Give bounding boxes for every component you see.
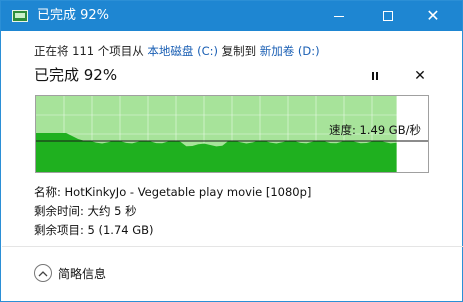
close-button[interactable]: ✕ — [415, 1, 451, 31]
pause-button[interactable] — [366, 69, 384, 83]
cancel-copy-button[interactable]: ✕ — [411, 67, 429, 85]
copy-status-line: 正在将 111 个项目从 本地磁盘 (C:) 复制到 新加卷 (D:) — [34, 43, 320, 59]
chevron-up-icon — [34, 264, 52, 282]
status-prefix: 正在将 111 个项目从 — [34, 44, 144, 58]
time-remaining: 剩余时间: 大约 5 秒 — [34, 204, 137, 218]
items-remaining: 剩余项目: 5 (1.74 GB) — [34, 223, 154, 237]
transfer-details: 名称: HotKinkyJo - Vegetable play movie [1… — [34, 183, 311, 240]
pause-icon-bar-left — [372, 72, 374, 80]
progress-title: 已完成 92% — [34, 66, 118, 84]
fewer-details-label: 简略信息 — [58, 266, 107, 281]
pause-icon-bar-right — [376, 72, 378, 80]
minimize-button[interactable] — [321, 1, 357, 31]
fewer-details-button[interactable]: 简略信息 — [34, 263, 106, 283]
close-icon: ✕ — [426, 6, 440, 25]
footer-divider — [2, 246, 463, 247]
minimize-icon — [334, 15, 344, 17]
maximize-icon — [383, 11, 393, 21]
window-title: 已完成 92% — [37, 8, 110, 23]
status-middle: 复制到 — [221, 44, 257, 58]
file-copy-app-icon — [12, 10, 28, 22]
current-file-name: 名称: HotKinkyJo - Vegetable play movie [1… — [34, 185, 312, 199]
maximize-button[interactable] — [370, 1, 406, 31]
title-bar[interactable]: 已完成 92% ✕ — [1, 1, 462, 31]
speed-label: 速度: 1.49 GB/秒 — [329, 123, 421, 137]
destination-drive-link[interactable]: 新加卷 (D:) — [260, 44, 320, 58]
source-drive-link[interactable]: 本地磁盘 (C:) — [147, 44, 218, 58]
copy-progress-dialog: 已完成 92% ✕ 正在将 111 个项目从 本地磁盘 (C:) 复制到 新加卷… — [0, 0, 463, 302]
